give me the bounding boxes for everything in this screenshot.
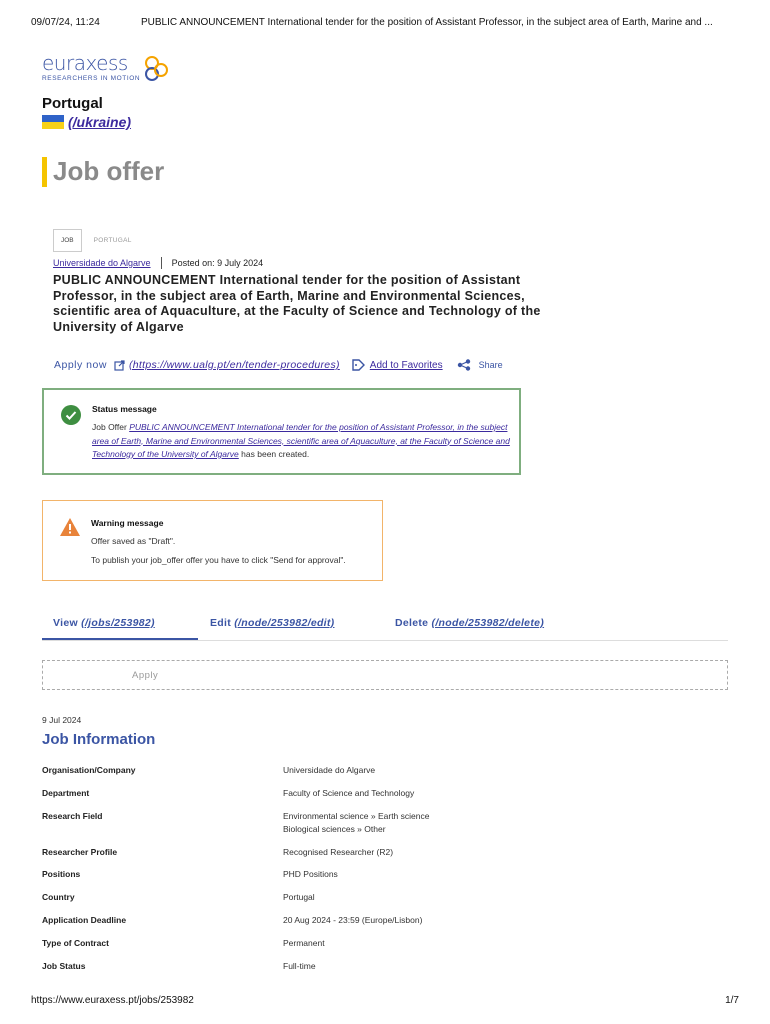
job-actions: Apply now (https://www.ualg.pt/en/tender… bbox=[54, 359, 503, 371]
status-message-title: Status message bbox=[92, 404, 157, 414]
info-key: Organisation/Company bbox=[42, 765, 136, 775]
tab-delete-label: Delete bbox=[395, 617, 429, 629]
status-suffix: has been created. bbox=[241, 449, 310, 459]
tab-view[interactable]: View (/jobs/253982) bbox=[53, 617, 155, 629]
organisation-link[interactable]: Universidade do Algarve bbox=[53, 258, 151, 268]
posted-date: Posted on: 9 July 2024 bbox=[171, 258, 264, 268]
info-key: Country bbox=[42, 892, 75, 902]
tag-job: JOB bbox=[53, 229, 82, 252]
warning-message-title: Warning message bbox=[91, 518, 164, 528]
apply-url-link[interactable]: (https://www.ualg.pt/en/tender-procedure… bbox=[129, 359, 340, 371]
job-meta: Universidade do Algarve Posted on: 9 Jul… bbox=[53, 257, 263, 269]
ukraine-flag-icon bbox=[42, 115, 64, 129]
warning-icon bbox=[60, 518, 80, 536]
info-row-researcher-profile: Researcher Profile Recognised Researcher… bbox=[42, 846, 728, 868]
print-url: https://www.euraxess.pt/jobs/253982 bbox=[31, 995, 194, 1006]
apply-button-label: Apply bbox=[132, 670, 159, 681]
info-value: PHD Positions bbox=[283, 869, 338, 879]
info-value: Full-time bbox=[283, 961, 316, 971]
info-value: Recognised Researcher (R2) bbox=[283, 847, 394, 857]
ukraine-link[interactable]: (/ukraine) bbox=[68, 114, 131, 130]
share-label: Share bbox=[478, 360, 503, 370]
info-value: Universidade do Algarve bbox=[283, 765, 376, 775]
page-number: 1/7 bbox=[725, 995, 739, 1006]
info-key: Researcher Profile bbox=[42, 847, 118, 857]
status-prefix: Job Offer bbox=[92, 422, 127, 432]
research-field-2: Biological sciences » Other bbox=[283, 823, 386, 834]
apply-button[interactable]: Apply bbox=[42, 660, 728, 690]
info-row-research-field: Research Field Environmental science » E… bbox=[42, 810, 728, 846]
info-value: Environmental science » Earth science Bi… bbox=[283, 810, 728, 846]
status-message: Status message Job Offer PUBLIC ANNOUNCE… bbox=[42, 388, 521, 475]
info-row-positions: Positions PHD Positions bbox=[42, 868, 728, 891]
success-check-icon bbox=[61, 405, 81, 425]
tags: JOB PORTUGAL bbox=[53, 229, 132, 252]
title-accent-bar bbox=[42, 156, 47, 187]
external-link-icon bbox=[114, 359, 125, 371]
logo-brand: euraxess bbox=[42, 51, 128, 75]
info-key: Positions bbox=[42, 869, 81, 879]
info-row-organisation: Organisation/Company Universidade do Alg… bbox=[42, 764, 728, 787]
research-field-1: Environmental science » Earth science bbox=[283, 811, 430, 821]
info-key: Application Deadline bbox=[42, 915, 127, 925]
info-value: Permanent bbox=[283, 938, 325, 948]
print-header: 09/07/24, 11:24 PUBLIC ANNOUNCEMENT Inte… bbox=[31, 17, 739, 28]
meta-divider bbox=[160, 257, 162, 269]
print-timestamp: 09/07/24, 11:24 bbox=[31, 17, 100, 28]
print-title: PUBLIC ANNOUNCEMENT International tender… bbox=[141, 17, 713, 28]
ukraine-link-row: (/ukraine) bbox=[42, 114, 131, 130]
job-information-heading: Job Information bbox=[42, 731, 156, 748]
page-title: Job offer bbox=[42, 156, 164, 187]
info-row-country: Country Portugal bbox=[42, 891, 728, 914]
tab-delete-link[interactable]: (/node/253982/delete) bbox=[432, 617, 545, 629]
info-value: Faculty of Science and Technology bbox=[283, 788, 415, 798]
status-message-body: Job Offer PUBLIC ANNOUNCEMENT Internatio… bbox=[92, 421, 512, 462]
page-title-text: Job offer bbox=[53, 156, 165, 186]
info-row-contract: Type of Contract Permanent bbox=[42, 937, 728, 960]
node-tabs: View (/jobs/253982) Edit (/node/253982/e… bbox=[42, 617, 728, 641]
logo-rings-icon bbox=[145, 56, 169, 81]
apply-now-label[interactable]: Apply now bbox=[54, 359, 107, 371]
info-key: Job Status bbox=[42, 961, 86, 971]
print-footer: https://www.euraxess.pt/jobs/253982 1/7 bbox=[31, 995, 739, 1006]
publish-date: 9 Jul 2024 bbox=[42, 715, 82, 725]
tab-view-label: View bbox=[53, 617, 78, 629]
info-key: Type of Contract bbox=[42, 938, 109, 948]
info-value: 20 Aug 2024 - 23:59 (Europe/Lisbon) bbox=[283, 915, 423, 925]
tag-icon bbox=[352, 359, 365, 371]
euraxess-logo[interactable]: euraxess RESEARCHERS IN MOTION bbox=[42, 52, 172, 82]
tab-edit-label: Edit bbox=[210, 617, 232, 629]
job-information-table: Organisation/Company Universidade do Alg… bbox=[42, 764, 728, 983]
info-key: Research Field bbox=[42, 811, 103, 821]
share-icon bbox=[457, 359, 470, 371]
active-tab-underline bbox=[42, 638, 198, 640]
info-row-job-status: Job Status Full-time bbox=[42, 960, 728, 983]
info-row-deadline: Application Deadline 20 Aug 2024 - 23:59… bbox=[42, 914, 728, 937]
info-row-department: Department Faculty of Science and Techno… bbox=[42, 787, 728, 810]
tab-edit-link[interactable]: (/node/253982/edit) bbox=[234, 617, 334, 629]
add-to-favorites-button[interactable]: Add to Favorites bbox=[352, 359, 443, 371]
tag-country: PORTUGAL bbox=[93, 237, 132, 244]
info-key: Department bbox=[42, 788, 90, 798]
job-title: PUBLIC ANNOUNCEMENT International tender… bbox=[53, 273, 541, 334]
warning-line-2: To publish your job_offer offer you have… bbox=[91, 555, 346, 565]
warning-message: Warning message Offer saved as "Draft". … bbox=[42, 500, 383, 581]
tab-edit[interactable]: Edit (/node/253982/edit) bbox=[210, 617, 334, 629]
tab-delete[interactable]: Delete (/node/253982/delete) bbox=[395, 617, 544, 629]
info-value: Portugal bbox=[283, 892, 315, 902]
logo-tagline: RESEARCHERS IN MOTION bbox=[42, 75, 141, 82]
warning-line-1: Offer saved as "Draft". bbox=[91, 536, 176, 546]
share-button[interactable]: Share bbox=[457, 359, 503, 371]
country-label: Portugal bbox=[42, 95, 103, 112]
add-to-favorites-label[interactable]: Add to Favorites bbox=[370, 360, 443, 371]
tab-view-link[interactable]: (/jobs/253982) bbox=[81, 617, 155, 629]
